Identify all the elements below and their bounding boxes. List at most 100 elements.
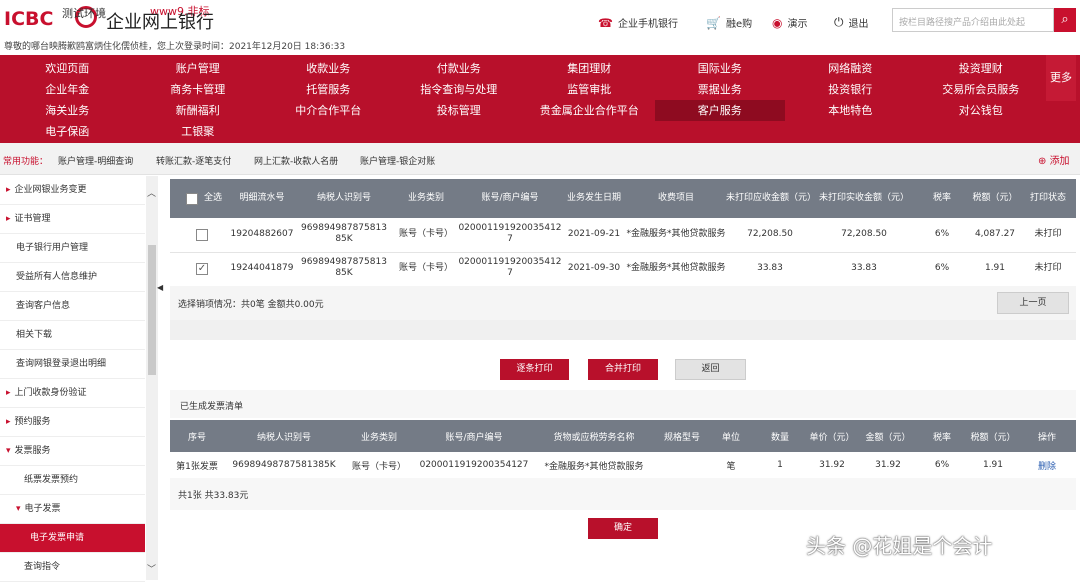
table-cell: 账号（卡号） — [398, 228, 453, 239]
table-cell: *金融服务*其他贷款服务 — [626, 228, 726, 239]
nav-item[interactable]: 海关业务 — [2, 100, 133, 121]
table-cell: 4,087.27 — [974, 228, 1016, 239]
table-cell: 72,208.50 — [841, 228, 887, 239]
rongego-link[interactable]: 🛒 融e购 — [706, 15, 752, 31]
nav-item[interactable]: 监管审批 — [524, 79, 655, 100]
invoice-column-header: 业务类别 — [360, 432, 397, 443]
nav-item[interactable]: 账户管理 — [133, 58, 264, 79]
nav-item[interactable]: 集团理财 — [524, 58, 655, 79]
nav-item[interactable]: 商务卡管理 — [133, 79, 264, 100]
sidebar-item[interactable]: 电子发票申请 — [0, 524, 145, 553]
table-cell: *金融服务*其他贷款服务 — [626, 262, 726, 273]
nav-item[interactable]: 电子保函 — [2, 121, 133, 142]
invoice-column-header: 税额（元） — [970, 432, 1016, 443]
common-link-detail-query[interactable]: 账户管理-明细查询 — [58, 154, 133, 167]
table-cell: 33.83 — [851, 262, 877, 273]
common-link-reconciliation[interactable]: 账户管理-银企对账 — [360, 154, 435, 167]
nav-item[interactable]: 投标管理 — [394, 100, 525, 121]
row-checkbox[interactable] — [196, 229, 208, 241]
table-cell: 020001191920035412 7 — [458, 257, 562, 278]
nav-item[interactable]: 投资银行 — [785, 79, 916, 100]
nav-item[interactable]: 对公钱包 — [916, 100, 1047, 121]
sidebar-item[interactable]: 证书管理 — [0, 205, 145, 234]
invoice-cell — [654, 453, 710, 477]
summary-area-lower — [170, 320, 1076, 340]
nav-item[interactable]: 欢迎页面 — [2, 58, 133, 79]
invoice-summary-bar — [170, 478, 1076, 510]
nav-item[interactable]: 客户服务 — [654, 100, 785, 121]
prev-page-button[interactable]: 上一页 — [997, 292, 1069, 314]
sidebar-item[interactable]: 电子银行用户管理 — [0, 234, 145, 263]
nav-item[interactable]: 网络融资 — [785, 58, 916, 79]
nav-item[interactable]: 票据业务 — [655, 79, 786, 100]
invoice-column-header: 税率 — [932, 432, 951, 443]
nav-item[interactable]: 交易所会员服务 — [916, 79, 1047, 100]
add-shortcut-button[interactable]: ⊕ 添加 — [1038, 152, 1070, 167]
logo-overlay-text: 测试环境 — [62, 7, 106, 20]
select-all-checkbox[interactable] — [185, 192, 198, 205]
nav-item[interactable]: 托管服务 — [263, 79, 394, 100]
invoice-cell: 笔 — [726, 461, 736, 472]
delete-invoice-link[interactable]: 删除 — [1022, 453, 1072, 477]
sidebar-item[interactable]: 上门收款身份验证 — [0, 379, 145, 408]
sidebar-item[interactable]: 预约服务 — [0, 408, 145, 437]
invoice-cell: 1.91 — [982, 460, 1004, 470]
nav-item[interactable]: 贵金属企业合作平台 — [524, 100, 655, 121]
confirm-button[interactable]: 确定 — [588, 518, 658, 539]
sidebar-item[interactable]: 受益所有人信息维护 — [0, 263, 145, 292]
logout-link[interactable]: ⏻ 退出 — [834, 15, 869, 30]
sidebar-item[interactable]: 发票服务 — [0, 437, 145, 466]
nav-more-button[interactable]: 更多 — [1046, 55, 1076, 101]
invoice-list-title: 已生成发票清单 — [180, 402, 244, 412]
invoice-summary: 共1张 共33.83元 — [178, 491, 249, 501]
sidebar-item[interactable]: 纸票发票预约 — [0, 466, 145, 495]
back-button[interactable]: 返回 — [675, 359, 746, 380]
search-button[interactable]: ⌕ — [1054, 8, 1076, 32]
invoice-cell: 31.92 — [875, 460, 901, 470]
row-checkbox[interactable]: ✓ — [196, 263, 208, 275]
nav-item[interactable]: 付款业务 — [394, 58, 525, 79]
common-link-payee-book[interactable]: 网上汇款-收款人名册 — [254, 154, 338, 167]
watermark: 头条 @花姐是个会计 — [806, 534, 993, 558]
table-cell: 19244041879 — [230, 262, 294, 273]
sidebar-item[interactable]: 电子发票 — [0, 495, 145, 524]
nav-item[interactable]: 本地特色 — [785, 100, 916, 121]
select-all-header[interactable]: 全选 — [178, 179, 230, 218]
column-header: 收费项目 — [657, 193, 694, 203]
invoice-column-header: 账号/商户编号 — [445, 432, 503, 443]
collapse-sidebar-icon[interactable]: ◀ — [157, 283, 165, 297]
nav-item[interactable]: 指令查询与处理 — [394, 79, 525, 100]
invoice-column-header: 纳税人识别号 — [256, 432, 311, 443]
nav-item[interactable]: 新酬福利 — [133, 100, 264, 121]
print-each-button[interactable]: 逐条打印 — [500, 359, 569, 380]
icbc-logo[interactable]: ICBC — [4, 8, 53, 30]
sidebar-item[interactable]: 相关下载 — [0, 321, 145, 350]
invoice-column-header: 操作 — [1037, 432, 1056, 443]
mobile-banking-link[interactable]: ☎ 企业手机银行 — [598, 15, 678, 31]
cart-icon: 🛒 — [706, 15, 721, 30]
invoice-column-header: 数量 — [770, 432, 789, 443]
nav-item[interactable]: 投资理财 — [916, 58, 1047, 79]
nav-item[interactable]: 中介合作平台 — [263, 100, 394, 121]
sidebar-item[interactable]: 查询网银登录退出明细 — [0, 350, 145, 379]
demo-link[interactable]: ◉ 演示 — [772, 15, 807, 31]
chevron-up-icon[interactable]: ︿ — [147, 186, 156, 199]
nav-item[interactable]: 企业年金 — [2, 79, 133, 100]
plus-circle-icon: ⊕ — [1038, 156, 1050, 167]
column-header: 税额（元） — [972, 193, 1018, 203]
sidebar-item[interactable]: 企业网银业务变更 — [0, 176, 145, 205]
nav-item[interactable]: 工银聚 — [133, 121, 264, 142]
sidebar-scrollbar[interactable] — [146, 176, 158, 580]
search-input[interactable]: 按栏目路径搜产品介绍由此处起 — [892, 8, 1054, 32]
table-cell: 2021-09-30 — [567, 262, 621, 273]
sidebar-item[interactable]: 查询客户信息 — [0, 292, 145, 321]
common-link-transfer[interactable]: 转账汇款-逐笔支付 — [156, 154, 231, 167]
table-cell: 6% — [934, 228, 950, 239]
sidebar-item[interactable]: 查询指令 — [0, 553, 145, 582]
nav-item[interactable]: 国际业务 — [655, 58, 786, 79]
nav-item[interactable]: 收款业务 — [263, 58, 394, 79]
invoice-cell: 96989498787581385K — [232, 460, 336, 470]
chevron-down-icon[interactable]: ﹀ — [147, 562, 156, 575]
sidebar-scroll-thumb[interactable] — [148, 245, 156, 375]
merge-print-button[interactable]: 合并打印 — [588, 359, 658, 380]
